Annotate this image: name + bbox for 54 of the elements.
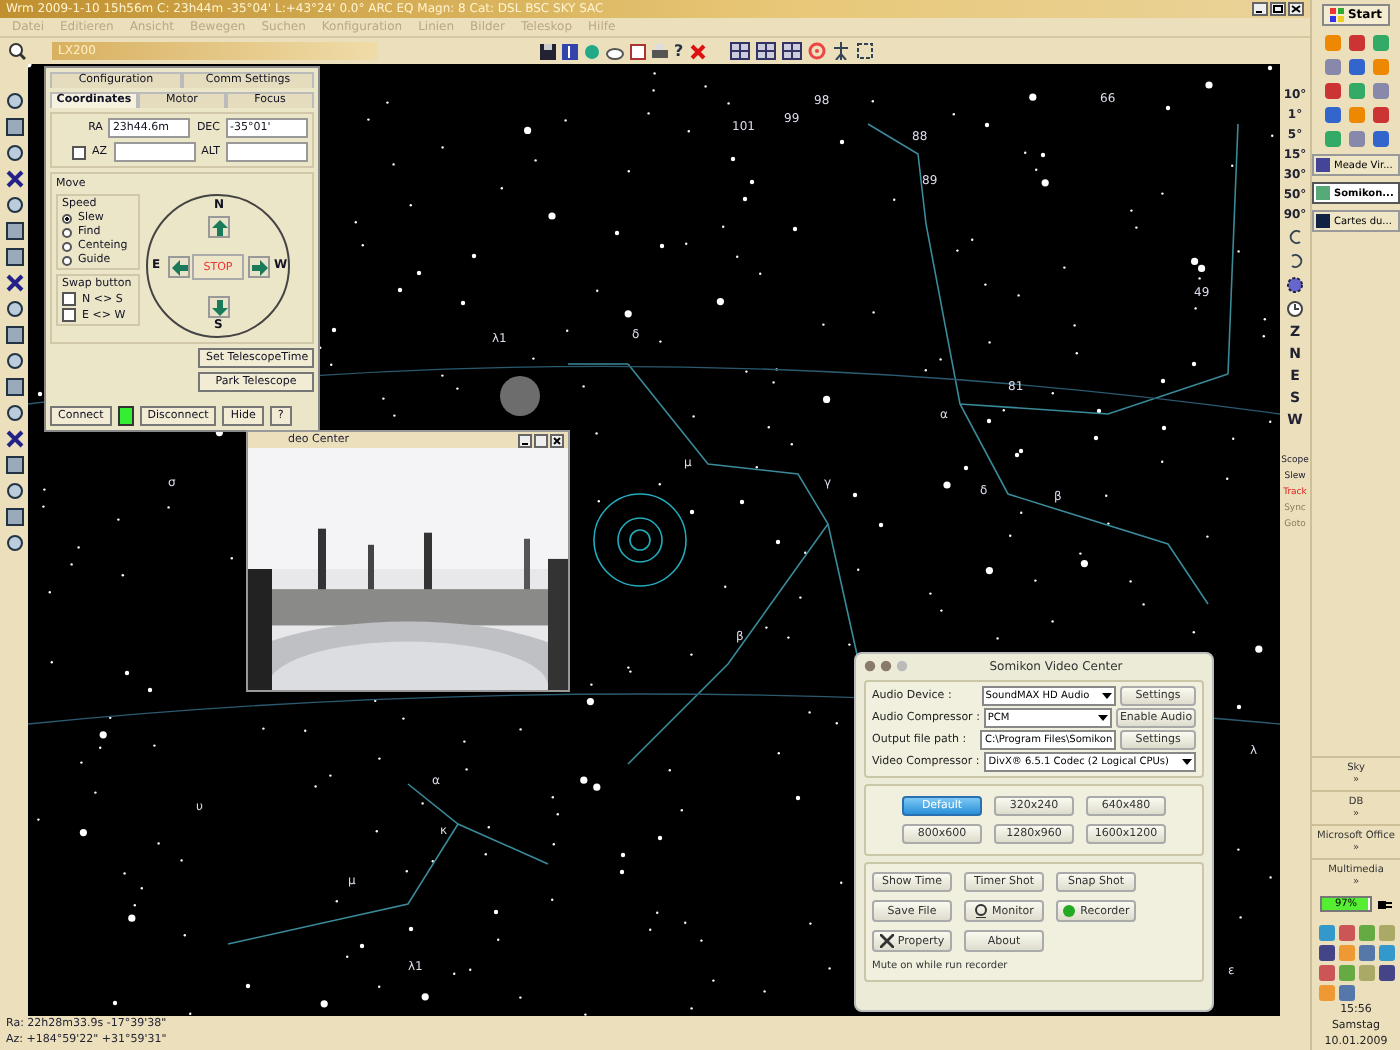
- circle-icon[interactable]: [5, 404, 23, 422]
- windows-flag-icon: [1329, 8, 1344, 22]
- grid-icon[interactable]: [755, 42, 776, 60]
- circle-icon[interactable]: [5, 352, 23, 370]
- north-button[interactable]: [208, 216, 230, 238]
- checkbox[interactable]: [62, 308, 76, 322]
- circle-icon[interactable]: [5, 144, 23, 162]
- circle-icon[interactable]: [5, 300, 23, 318]
- square-icon[interactable]: [5, 456, 23, 474]
- radio-button[interactable]: [62, 213, 72, 223]
- webcam-icon: [974, 904, 989, 918]
- alt-field[interactable]: [226, 142, 308, 162]
- zoom-icon[interactable]: [8, 42, 26, 60]
- az-checkbox[interactable]: [72, 145, 87, 159]
- close-icon[interactable]: [550, 433, 564, 447]
- dropdown-arrow-icon: [1182, 756, 1192, 768]
- checkbox[interactable]: [62, 292, 76, 306]
- square-icon[interactable]: [5, 222, 23, 240]
- grid-icon[interactable]: [781, 42, 802, 60]
- minimize-icon[interactable]: [1252, 2, 1268, 16]
- tools-icon: [879, 934, 894, 948]
- cursor-circle: [500, 376, 540, 416]
- square-icon[interactable]: [5, 378, 23, 396]
- printer-icon[interactable]: [652, 43, 668, 59]
- circle-icon[interactable]: [5, 534, 23, 552]
- circle-icon[interactable]: [5, 482, 23, 500]
- grid-icon[interactable]: [729, 42, 750, 60]
- circle-icon[interactable]: [5, 92, 23, 110]
- maximize-icon[interactable]: [1270, 2, 1286, 16]
- plug-icon: [1378, 897, 1392, 911]
- square-icon[interactable]: [5, 118, 23, 136]
- radio-button[interactable]: [62, 241, 72, 251]
- square-icon[interactable]: [5, 248, 23, 266]
- cross-icon[interactable]: [5, 430, 23, 448]
- square-icon[interactable]: [5, 326, 23, 344]
- cross-icon[interactable]: [5, 274, 23, 292]
- frame-icon[interactable]: [855, 42, 874, 60]
- radio-button[interactable]: [62, 227, 72, 237]
- square-icon[interactable]: [5, 508, 23, 526]
- clock-icon[interactable]: [1286, 300, 1304, 318]
- radio-button[interactable]: [62, 255, 72, 265]
- az-field[interactable]: [113, 142, 196, 162]
- record-icon: [1062, 904, 1077, 918]
- minimize-icon[interactable]: [518, 433, 532, 447]
- south-button[interactable]: [208, 296, 230, 318]
- save-icon[interactable]: [540, 43, 556, 59]
- cross-icon[interactable]: [5, 170, 23, 188]
- figure-icon[interactable]: [831, 42, 850, 60]
- circle-icon[interactable]: [5, 196, 23, 214]
- east-button[interactable]: [168, 256, 190, 278]
- close-icon[interactable]: [1288, 2, 1304, 16]
- help-button[interactable]: ?: [674, 42, 684, 60]
- west-button[interactable]: [248, 256, 270, 278]
- telescope-reticle: [593, 493, 687, 587]
